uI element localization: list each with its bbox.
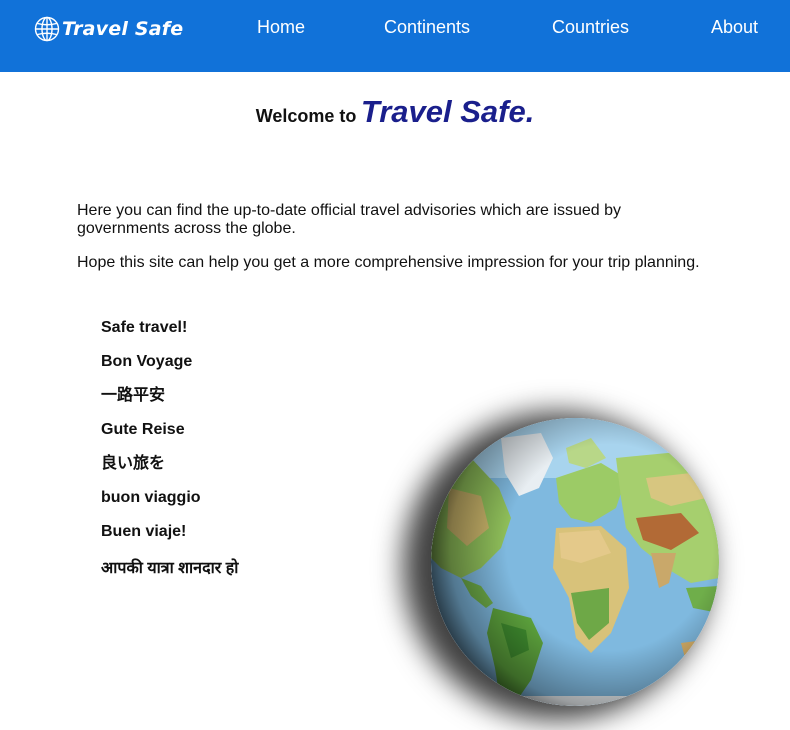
greeting-item: Safe travel! bbox=[101, 319, 188, 336]
welcome-heading: Welcome to Travel Safe. bbox=[0, 94, 790, 130]
brand-name: Travel Safe bbox=[62, 18, 184, 40]
greeting-item: buon viaggio bbox=[101, 489, 201, 506]
greetings-list: Safe travel! Bon Voyage 一路平安 Gute Reise … bbox=[101, 319, 238, 594]
nav-link-about[interactable]: About bbox=[711, 17, 758, 38]
welcome-brand: Travel Safe. bbox=[360, 94, 535, 129]
intro-paragraph-2: Hope this site can help you get a more c… bbox=[77, 254, 700, 271]
nav-link-countries[interactable]: Countries bbox=[552, 17, 629, 38]
greeting-item: Buen viaje! bbox=[101, 523, 187, 540]
nav-link-continents[interactable]: Continents bbox=[384, 17, 470, 38]
welcome-prefix: Welcome to bbox=[255, 106, 357, 126]
intro-paragraph: Here you can find the up-to-date officia… bbox=[77, 202, 621, 237]
top-navbar: Travel Safe Home Continents Countries Ab… bbox=[0, 0, 790, 72]
greeting-item: आपकी यात्रा शानदार हो bbox=[101, 560, 239, 577]
brand-logo[interactable]: Travel Safe bbox=[34, 14, 183, 44]
greeting-item: 良い旅を bbox=[101, 455, 166, 472]
greeting-item: Gute Reise bbox=[101, 421, 185, 438]
greeting-item: Bon Voyage bbox=[101, 353, 193, 370]
nav-link-home[interactable]: Home bbox=[257, 17, 305, 38]
world-globe-image bbox=[431, 418, 719, 706]
greeting-item: 一路平安 bbox=[101, 387, 166, 404]
globe-icon bbox=[34, 16, 60, 42]
